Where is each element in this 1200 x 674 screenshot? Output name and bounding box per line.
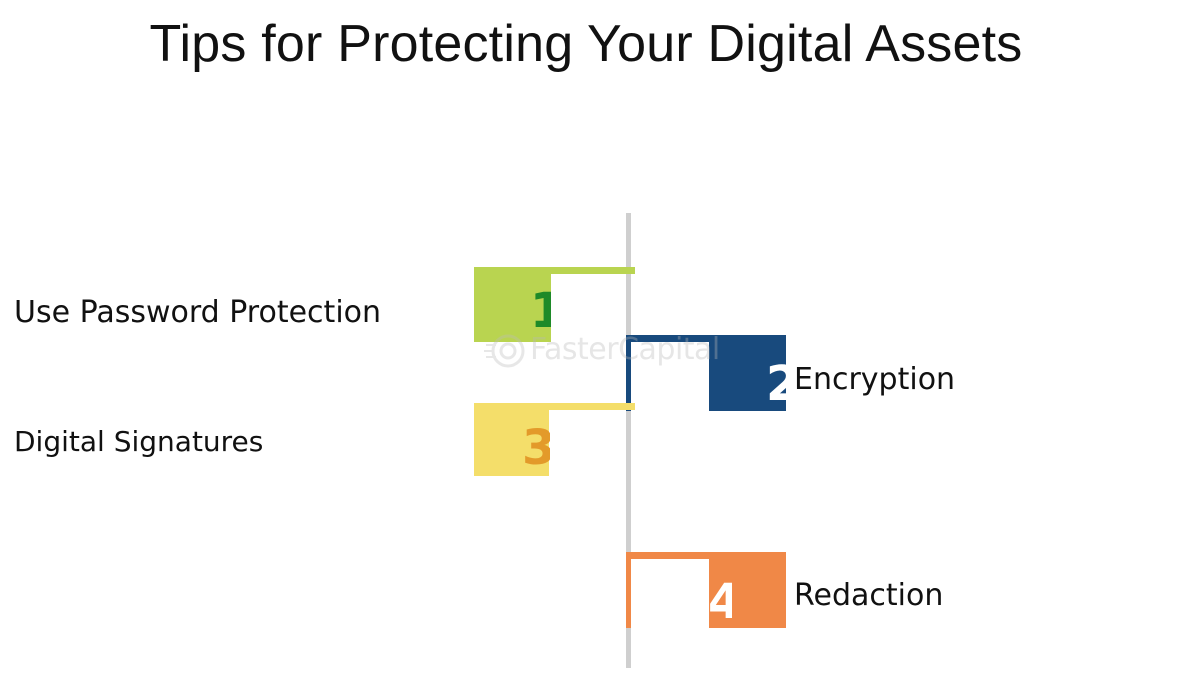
step-2-label: Encryption: [794, 362, 956, 397]
step-1-flag-line: [474, 267, 635, 274]
step-1-label: Use Password Protection: [14, 295, 382, 330]
step-4-number: 4: [708, 578, 732, 628]
watermark-logo: FasterCapital: [484, 328, 754, 376]
step-4-label: Redaction: [794, 578, 944, 613]
step-3-label: Digital Signatures: [14, 425, 264, 458]
watermark-text: FasterCapital: [530, 332, 720, 367]
step-2-number: 2: [766, 360, 787, 412]
watermark-gear-icon: [484, 334, 525, 368]
page-title: Tips for Protecting Your Digital Assets: [149, 15, 1023, 73]
step-3-flag-line: [474, 403, 635, 410]
step-3-number: 3: [522, 424, 550, 476]
